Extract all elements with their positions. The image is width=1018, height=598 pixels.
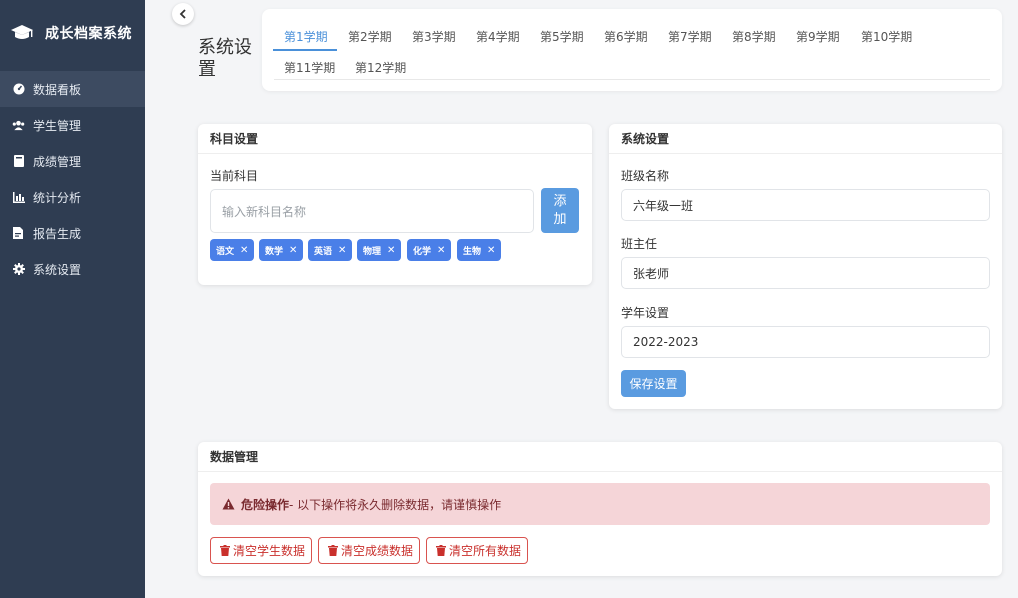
school-year-label: 学年设置 (621, 306, 670, 320)
book-icon (12, 155, 25, 168)
head-teacher-input[interactable]: 张老师 (621, 257, 990, 289)
class-name-input[interactable]: 六年级一班 (621, 189, 990, 221)
close-icon[interactable]: ✕ (437, 245, 445, 256)
sidebar-item-dashboard[interactable]: 数据看板 (0, 71, 145, 107)
subject-tag-biology: 生物 ✕ (457, 239, 501, 261)
button-label: 清空成绩数据 (341, 544, 414, 558)
new-subject-input[interactable]: 输入新科目名称 (210, 189, 534, 233)
sidebar-item-label: 数据看板 (33, 82, 82, 97)
sidebar-item-label: 统计分析 (33, 190, 82, 205)
tag-label: 语文 (216, 246, 235, 257)
sidebar-menu: 数据看板 学生管理 成绩管理 统计分析 报告生成 系统设置 (0, 71, 145, 287)
bar-chart-icon (12, 191, 25, 204)
app-title: 成长档案系统 (45, 26, 132, 42)
sidebar-item-label: 系统设置 (33, 262, 82, 277)
collapse-sidebar-button[interactable] (172, 3, 194, 25)
tab-semester-7[interactable]: 第7学期 (668, 28, 712, 45)
tab-semester-1[interactable]: 第1学期 (284, 28, 328, 45)
active-tab-indicator (273, 49, 337, 51)
tab-semester-6[interactable]: 第6学期 (604, 28, 648, 45)
current-subjects-label: 当前科目 (210, 169, 259, 183)
close-icon[interactable]: ✕ (387, 245, 395, 256)
warning-icon (222, 498, 235, 510)
tag-label: 生物 (463, 246, 482, 257)
subject-tag-math: 数学 ✕ (259, 239, 303, 261)
trash-icon (436, 545, 446, 556)
tab-semester-3[interactable]: 第3学期 (412, 28, 456, 45)
users-icon (12, 119, 25, 132)
card-title: 数据管理 (198, 442, 1002, 472)
clear-all-data-button[interactable]: 清空所有数据 (426, 537, 528, 564)
sidebar: 成长档案系统 数据看板 学生管理 成绩管理 统计分析 报告生成 系统设置 (0, 0, 145, 598)
graduation-cap-icon (11, 25, 33, 39)
tag-label: 英语 (314, 246, 333, 257)
tag-label: 数学 (265, 246, 284, 257)
tab-semester-11[interactable]: 第11学期 (284, 59, 335, 76)
sidebar-item-statistics[interactable]: 统计分析 (0, 179, 145, 215)
tab-semester-10[interactable]: 第10学期 (861, 28, 912, 45)
dashboard-icon (12, 83, 25, 96)
page-title: 系统设置 (198, 37, 252, 80)
sidebar-item-grades[interactable]: 成绩管理 (0, 143, 145, 179)
subject-tag-chinese: 语文 ✕ (210, 239, 254, 261)
report-icon (12, 227, 25, 240)
tab-semester-4[interactable]: 第4学期 (476, 28, 520, 45)
card-title: 科目设置 (198, 124, 592, 154)
sidebar-item-students[interactable]: 学生管理 (0, 107, 145, 143)
tab-semester-9[interactable]: 第9学期 (796, 28, 840, 45)
brand: 成长档案系统 (10, 22, 132, 44)
tab-semester-5[interactable]: 第5学期 (540, 28, 584, 45)
gear-icon (12, 263, 25, 276)
alert-strong-text: 危险操作 (241, 497, 290, 512)
button-label: 清空学生数据 (233, 544, 306, 558)
chevron-left-icon (179, 9, 186, 19)
subject-tag-english: 英语 ✕ (308, 239, 352, 261)
button-label: 清空所有数据 (449, 544, 522, 558)
sidebar-item-settings[interactable]: 系统设置 (0, 251, 145, 287)
head-teacher-label: 班主任 (621, 237, 658, 251)
sidebar-item-label: 学生管理 (33, 118, 82, 133)
close-icon[interactable]: ✕ (240, 245, 248, 256)
school-year-input[interactable]: 2022-2023 (621, 326, 990, 358)
tag-label: 物理 (363, 246, 382, 257)
alert-text: - 以下操作将永久删除数据，请谨慎操作 (289, 497, 502, 512)
tabs-divider (274, 79, 990, 80)
sidebar-item-label: 报告生成 (33, 226, 82, 241)
sidebar-item-label: 成绩管理 (33, 154, 82, 169)
close-icon[interactable]: ✕ (338, 245, 346, 256)
clear-students-button[interactable]: 清空学生数据 (210, 537, 312, 564)
sidebar-item-reports[interactable]: 报告生成 (0, 215, 145, 251)
subject-tag-chemistry: 化学 ✕ (407, 239, 451, 261)
tab-semester-8[interactable]: 第8学期 (732, 28, 776, 45)
class-name-label: 班级名称 (621, 169, 670, 183)
tag-label: 化学 (413, 246, 432, 257)
tab-semester-2[interactable]: 第2学期 (348, 28, 392, 45)
trash-icon (328, 545, 338, 556)
danger-alert: 危险操作 - 以下操作将永久删除数据，请谨慎操作 (210, 483, 990, 525)
trash-icon (220, 545, 230, 556)
subject-tag-physics: 物理 ✕ (357, 239, 401, 261)
close-icon[interactable]: ✕ (487, 245, 495, 256)
close-icon[interactable]: ✕ (289, 245, 297, 256)
card-title: 系统设置 (609, 124, 1002, 154)
add-subject-button[interactable]: 添加 (541, 188, 579, 233)
save-settings-button[interactable]: 保存设置 (621, 370, 686, 397)
clear-grades-button[interactable]: 清空成绩数据 (318, 537, 420, 564)
tab-semester-12[interactable]: 第12学期 (355, 59, 406, 76)
